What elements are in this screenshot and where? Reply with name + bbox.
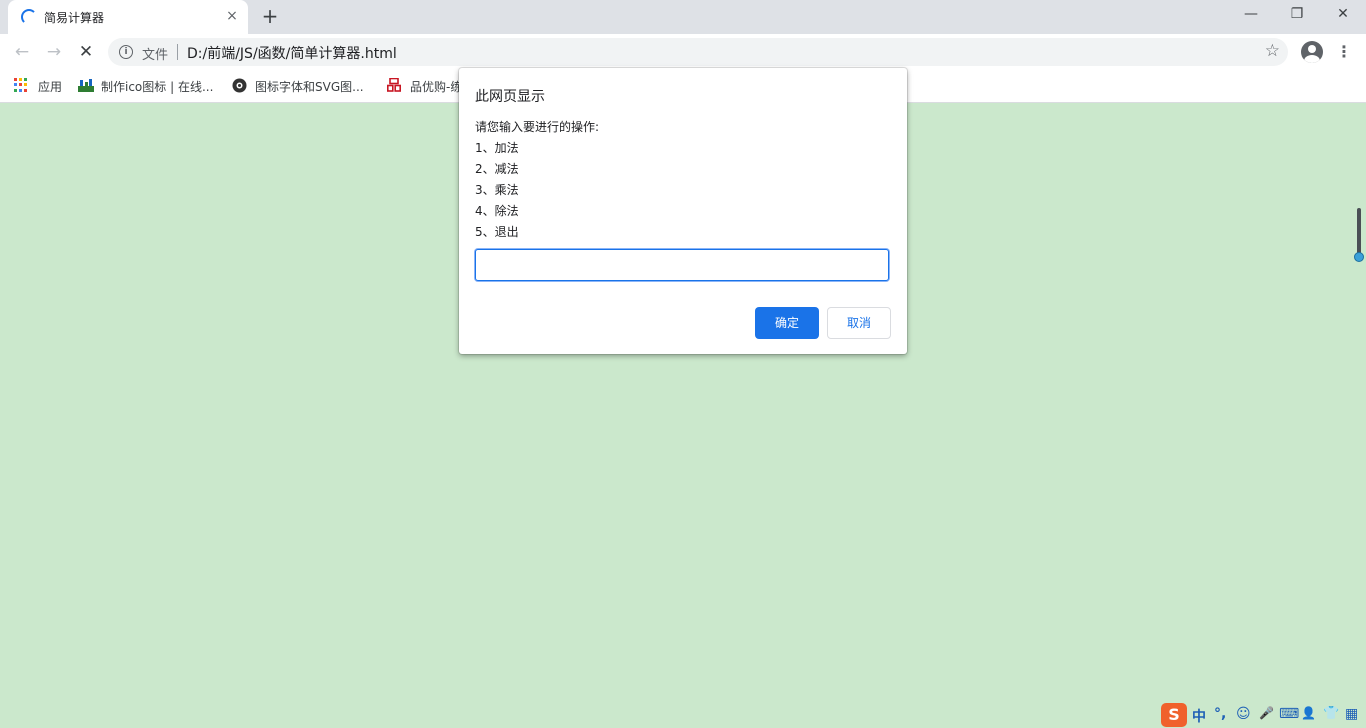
avatar-head	[1308, 45, 1316, 53]
bookmark-label: 制作ico图标 | 在线...	[101, 80, 214, 94]
window-close-button[interactable]: ✕	[1320, 0, 1366, 30]
ime-toolbar: S 中 °, ☺ 🎤 ⌨ 👤 👕 ▦	[1158, 702, 1366, 728]
security-chip[interactable]: 文件	[142, 44, 168, 63]
dialog-message: 请您输入要进行的操作: 1、加法 2、减法 3、乘法 4、除法 5、退出	[475, 117, 599, 243]
dialog-message-line: 请您输入要进行的操作:	[475, 120, 600, 134]
tab-title: 简易计算器	[44, 11, 105, 25]
info-icon[interactable]: i	[119, 45, 133, 59]
profile-avatar-icon[interactable]	[1301, 41, 1323, 63]
url-text[interactable]: D:/前端/JS/函数/简单计算器.html	[187, 43, 397, 63]
tab-strip: 简易计算器 × + — ❐ ✕	[0, 0, 1366, 34]
bookmark-iconfont[interactable]: 图标字体和SVG图...	[232, 77, 372, 95]
iconfont-icon	[232, 78, 247, 93]
dialog-title: 此网页显示	[475, 89, 545, 105]
emoji-icon[interactable]: ☺	[1236, 706, 1251, 722]
cancel-button[interactable]: 取消	[827, 307, 891, 339]
dialog-message-line: 1、加法	[475, 141, 519, 155]
apps-grid-icon	[14, 78, 28, 92]
dialog-message-line: 4、除法	[475, 204, 519, 218]
minimize-button[interactable]: —	[1228, 0, 1274, 30]
bookmark-apps[interactable]: 应用	[14, 77, 74, 95]
skin-icon[interactable]: 👕	[1323, 706, 1339, 721]
microphone-icon[interactable]: 🎤	[1259, 706, 1274, 720]
tab-close-icon[interactable]: ×	[224, 8, 240, 24]
avatar-body	[1304, 55, 1320, 63]
stop-loading-button[interactable]: ✕	[74, 40, 98, 64]
dialog-message-line: 5、退出	[475, 225, 519, 239]
ime-mode-toggle[interactable]: 中	[1192, 706, 1206, 726]
tab-simple-calculator[interactable]: 简易计算器 ×	[8, 0, 248, 34]
bookmark-ico-maker[interactable]: 制作ico图标 | 在线...	[78, 77, 223, 95]
ime-punctuation-toggle[interactable]: °,	[1214, 706, 1226, 722]
loading-spinner-icon	[21, 9, 37, 25]
bookmark-label: 品优购-练	[410, 80, 463, 94]
restore-button[interactable]: ❐	[1274, 0, 1320, 30]
prompt-dialog: 此网页显示 请您输入要进行的操作: 1、加法 2、减法 3、乘法 4、除法 5、…	[459, 68, 907, 354]
new-tab-button[interactable]: +	[259, 5, 281, 27]
browser-toolbar: ← → ✕ i 文件 D:/前端/JS/函数/简单计算器.html ☆ ⋮	[0, 34, 1366, 70]
omnibox-divider	[177, 44, 178, 60]
widget-stem	[1357, 208, 1361, 256]
sogou-logo-icon[interactable]: S	[1161, 703, 1187, 727]
user-icon[interactable]: 👤	[1301, 706, 1316, 720]
ok-button[interactable]: 确定	[755, 307, 819, 339]
bookmark-label: 应用	[38, 80, 63, 94]
bookmark-star-icon[interactable]: ☆	[1265, 41, 1280, 61]
thermometer-widget-icon[interactable]	[1354, 208, 1364, 264]
forward-button[interactable]: →	[42, 40, 66, 64]
ime-menu-grid-icon[interactable]: ▦	[1345, 706, 1358, 722]
keyboard-icon[interactable]: ⌨	[1279, 706, 1299, 722]
browser-menu-icon[interactable]: ⋮	[1335, 40, 1353, 64]
bookmark-pinyougou[interactable]: 品优购-练	[387, 77, 463, 95]
widget-bulb	[1354, 252, 1364, 262]
back-button[interactable]: ←	[10, 40, 34, 64]
dialog-message-line: 3、乘法	[475, 183, 519, 197]
bitbug-icon	[78, 78, 94, 92]
shop-icon	[387, 77, 401, 92]
bookmark-label: 图标字体和SVG图...	[255, 80, 364, 94]
prompt-input[interactable]	[475, 249, 889, 281]
address-bar[interactable]: i 文件 D:/前端/JS/函数/简单计算器.html ☆	[108, 38, 1288, 66]
dialog-message-line: 2、减法	[475, 162, 519, 176]
